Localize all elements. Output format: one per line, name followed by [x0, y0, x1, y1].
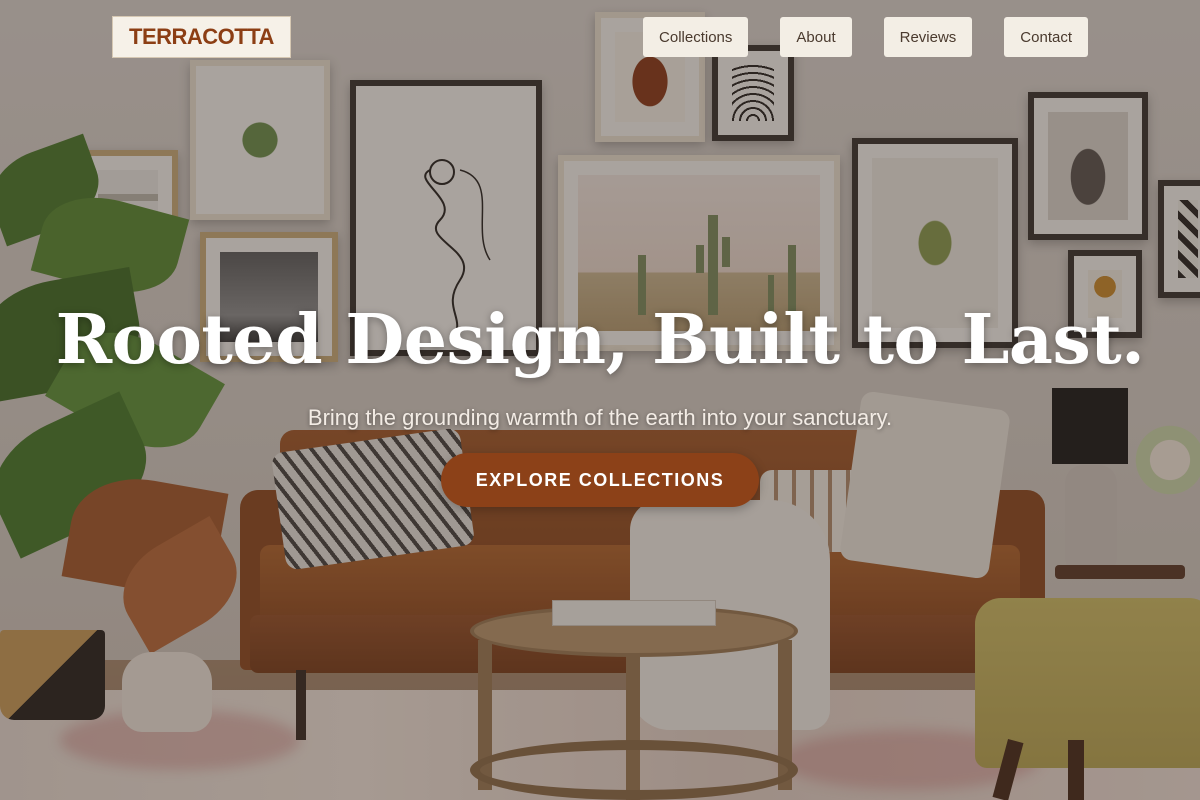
main-nav: Collections About Reviews Contact [643, 17, 1088, 57]
explore-collections-button[interactable]: EXPLORE COLLECTIONS [441, 453, 759, 507]
hero-subtitle: Bring the grounding warmth of the earth … [307, 405, 893, 430]
brand-logo[interactable]: TERRACOTTA [112, 16, 291, 58]
nav-item-contact[interactable]: Contact [1004, 17, 1088, 57]
hero-overlay [0, 0, 1200, 800]
hero-background-image [0, 0, 1200, 800]
nav-item-collections[interactable]: Collections [643, 17, 749, 57]
nav-item-reviews[interactable]: Reviews [883, 17, 973, 57]
nav-item-about[interactable]: About [780, 17, 852, 57]
hero-title: Rooted Design, Built to Last. [55, 300, 1145, 380]
